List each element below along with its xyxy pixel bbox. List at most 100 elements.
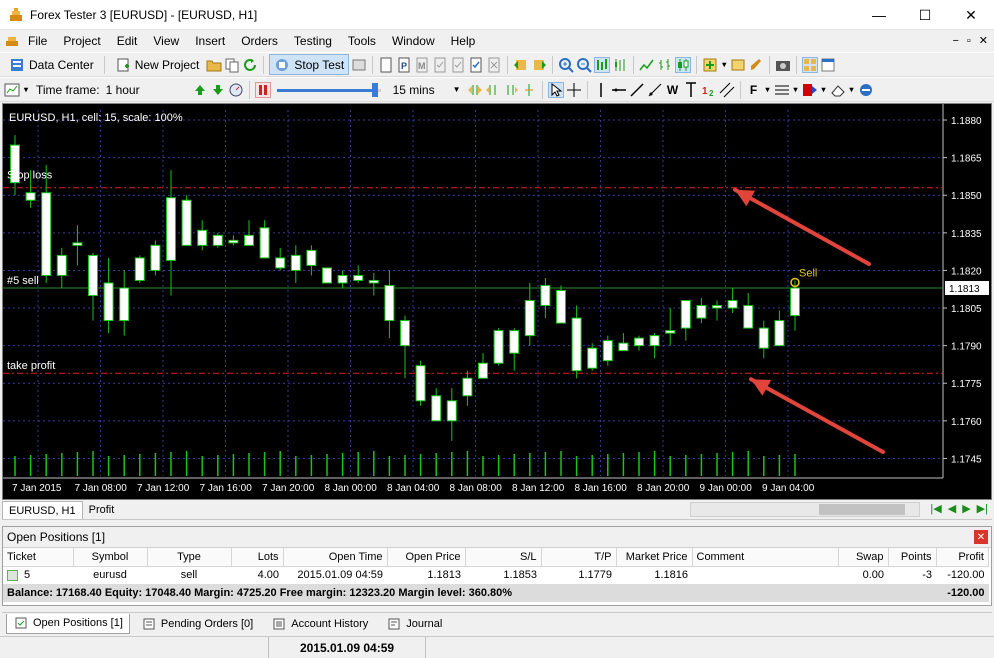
price-chart[interactable]: 1.1880 1.1865 1.1850 1.1835 1.1820 1.1805 1.17… — [3, 104, 991, 499]
copy-icon[interactable] — [224, 57, 240, 73]
dropdown-arrow-icon[interactable]: ▾ — [764, 82, 772, 98]
col-sl[interactable]: S/L — [465, 548, 542, 567]
candle-chart-alt-icon[interactable] — [612, 57, 628, 73]
menu-insert[interactable]: Insert — [187, 30, 233, 52]
ohlc-chart-icon[interactable] — [657, 57, 673, 73]
menu-edit[interactable]: Edit — [109, 30, 146, 52]
new-document-icon[interactable] — [378, 57, 394, 73]
col-open-time[interactable]: Open Time — [283, 548, 388, 567]
col-swap[interactable]: Swap — [838, 548, 889, 567]
timeframe-select[interactable]: 1 hour — [102, 80, 190, 99]
table-row[interactable]: 5 eurusd sell 4.00 2015.01.09 04:59 1.18… — [3, 566, 989, 584]
menu-orders[interactable]: Orders — [233, 30, 286, 52]
tab-open-positions[interactable]: Open Positions [1] — [6, 613, 130, 634]
close-button[interactable]: ✕ — [948, 0, 994, 30]
mdi-restore-button[interactable]: ▫ — [967, 30, 971, 52]
scroll-mid-icon[interactable] — [485, 82, 501, 98]
open-folder-icon[interactable] — [206, 57, 222, 73]
col-type[interactable]: Type — [147, 548, 232, 567]
cursor-icon[interactable] — [547, 81, 564, 98]
mdi-minimize-button[interactable]: − — [952, 30, 958, 52]
m-document-icon[interactable]: M — [414, 57, 430, 73]
menu-project[interactable]: Project — [55, 30, 108, 52]
cascade-windows-icon[interactable] — [820, 57, 836, 73]
check-document-icon[interactable] — [432, 57, 448, 73]
menu-tools[interactable]: Tools — [340, 30, 384, 52]
col-open-price[interactable]: Open Price — [387, 548, 466, 567]
chart-scrollbar[interactable] — [690, 502, 920, 517]
col-profit[interactable]: Profit — [936, 548, 989, 567]
template-icon[interactable] — [730, 57, 746, 73]
panel-close-button[interactable]: ✕ — [974, 530, 988, 544]
last-bar-icon[interactable]: ▶| — [977, 502, 988, 515]
pause-icon[interactable] — [254, 81, 271, 98]
dropdown-arrow-icon[interactable]: ▾ — [22, 82, 30, 98]
col-points[interactable]: Points — [888, 548, 937, 567]
speed-gauge-icon[interactable] — [228, 82, 244, 98]
line-style-icon[interactable] — [774, 82, 790, 98]
menu-window[interactable]: Window — [384, 30, 443, 52]
mdi-close-button[interactable]: ✕ — [979, 30, 988, 52]
sell-order-icon[interactable] — [531, 57, 547, 73]
menu-app-icon[interactable] — [4, 33, 20, 49]
col-lots[interactable]: Lots — [231, 548, 284, 567]
ray-line-icon[interactable] — [647, 82, 663, 98]
screenshot-icon[interactable] — [775, 57, 791, 73]
p-document-icon[interactable]: P — [396, 57, 412, 73]
tab-journal[interactable]: Journal — [379, 614, 449, 634]
arrow-down-icon[interactable] — [210, 82, 226, 98]
check-document-2-icon[interactable] — [450, 57, 466, 73]
tab-profit[interactable]: Profit — [82, 500, 121, 519]
check-document-3-icon[interactable] — [468, 57, 484, 73]
font-tool-icon[interactable]: F — [746, 82, 762, 98]
maximize-button[interactable]: ☐ — [902, 0, 948, 30]
col-symbol[interactable]: Symbol — [73, 548, 148, 567]
tab-eurusd-h1[interactable]: EURUSD, H1 — [2, 500, 83, 519]
candlestick-chart-icon[interactable] — [675, 56, 692, 73]
fibonacci-icon[interactable] — [683, 81, 699, 98]
dropdown-arrow-icon[interactable]: ▾ — [720, 57, 728, 73]
prev-bar-icon[interactable]: ◀ — [948, 502, 956, 515]
test-settings-icon[interactable] — [351, 57, 367, 73]
col-tp[interactable]: T/P — [541, 548, 617, 567]
dropdown-arrow-icon[interactable]: ▾ — [820, 82, 828, 98]
tab-pending-orders[interactable]: Pending Orders [0] — [134, 614, 260, 634]
shift-chart-icon[interactable] — [521, 82, 537, 98]
speed-slider[interactable] — [276, 82, 381, 98]
arrow-up-icon[interactable] — [192, 82, 208, 98]
col-market-price[interactable]: Market Price — [616, 548, 693, 567]
first-bar-icon[interactable]: |◀ — [930, 502, 941, 515]
add-indicator-icon[interactable] — [702, 57, 718, 73]
next-bar-icon[interactable]: ▶ — [962, 502, 970, 515]
trend-line-icon[interactable] — [629, 82, 645, 98]
bar-chart-icon[interactable] — [594, 56, 611, 73]
col-ticket[interactable]: Ticket — [3, 548, 74, 567]
dropdown-arrow-icon[interactable]: ▾ — [792, 82, 800, 98]
eraser-icon[interactable] — [830, 82, 846, 98]
line-chart-icon[interactable] — [639, 57, 655, 73]
fibonacci-fan-icon[interactable]: 12 — [701, 82, 717, 98]
crosshair-icon[interactable] — [566, 82, 582, 98]
zoom-out-icon[interactable] — [576, 57, 592, 73]
scroll-left-icon[interactable] — [467, 82, 483, 98]
menu-help[interactable]: Help — [443, 30, 484, 52]
tab-account-history[interactable]: Account History — [264, 614, 375, 634]
col-comment[interactable]: Comment — [692, 548, 839, 567]
menu-file[interactable]: File — [20, 30, 55, 52]
text-tool-icon[interactable]: W — [665, 82, 681, 98]
settings-icon[interactable] — [858, 82, 874, 98]
stop-test-button[interactable]: Stop Test — [269, 54, 350, 75]
channel-icon[interactable] — [719, 82, 735, 98]
vertical-line-icon[interactable] — [593, 82, 609, 98]
dropdown-arrow-icon[interactable]: ▾ — [848, 82, 856, 98]
brush-icon[interactable] — [748, 57, 764, 73]
chart-window[interactable]: 1.1880 1.1865 1.1850 1.1835 1.1820 1.1805 1.17… — [2, 103, 992, 500]
data-center-button[interactable]: Data Center — [4, 54, 99, 75]
speed-select[interactable]: 15 mins ▼ — [389, 80, 465, 99]
horizontal-line-icon[interactable] — [611, 82, 627, 98]
refresh-icon[interactable] — [242, 57, 258, 73]
color-picker-icon[interactable] — [802, 82, 818, 98]
zoom-in-icon[interactable] — [558, 57, 574, 73]
buy-order-icon[interactable] — [513, 57, 529, 73]
scroll-right-icon[interactable] — [503, 82, 519, 98]
